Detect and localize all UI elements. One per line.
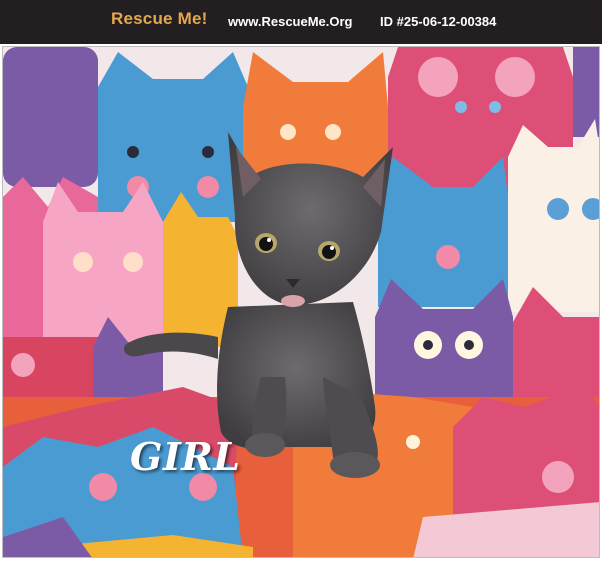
pet-photo-frame xyxy=(0,44,602,562)
site-url-link[interactable]: www.RescueMe.Org xyxy=(228,14,353,29)
pet-photo xyxy=(2,46,600,558)
photo-caption: GIRL xyxy=(130,434,241,479)
site-header: Rescue Me! www.RescueMe.Org ID #25-06-12… xyxy=(0,0,602,44)
pet-id-label: ID #25-06-12-00384 xyxy=(380,14,497,29)
kitten-photo-image xyxy=(3,47,599,557)
rescue-me-logo[interactable]: Rescue Me! xyxy=(111,9,207,29)
